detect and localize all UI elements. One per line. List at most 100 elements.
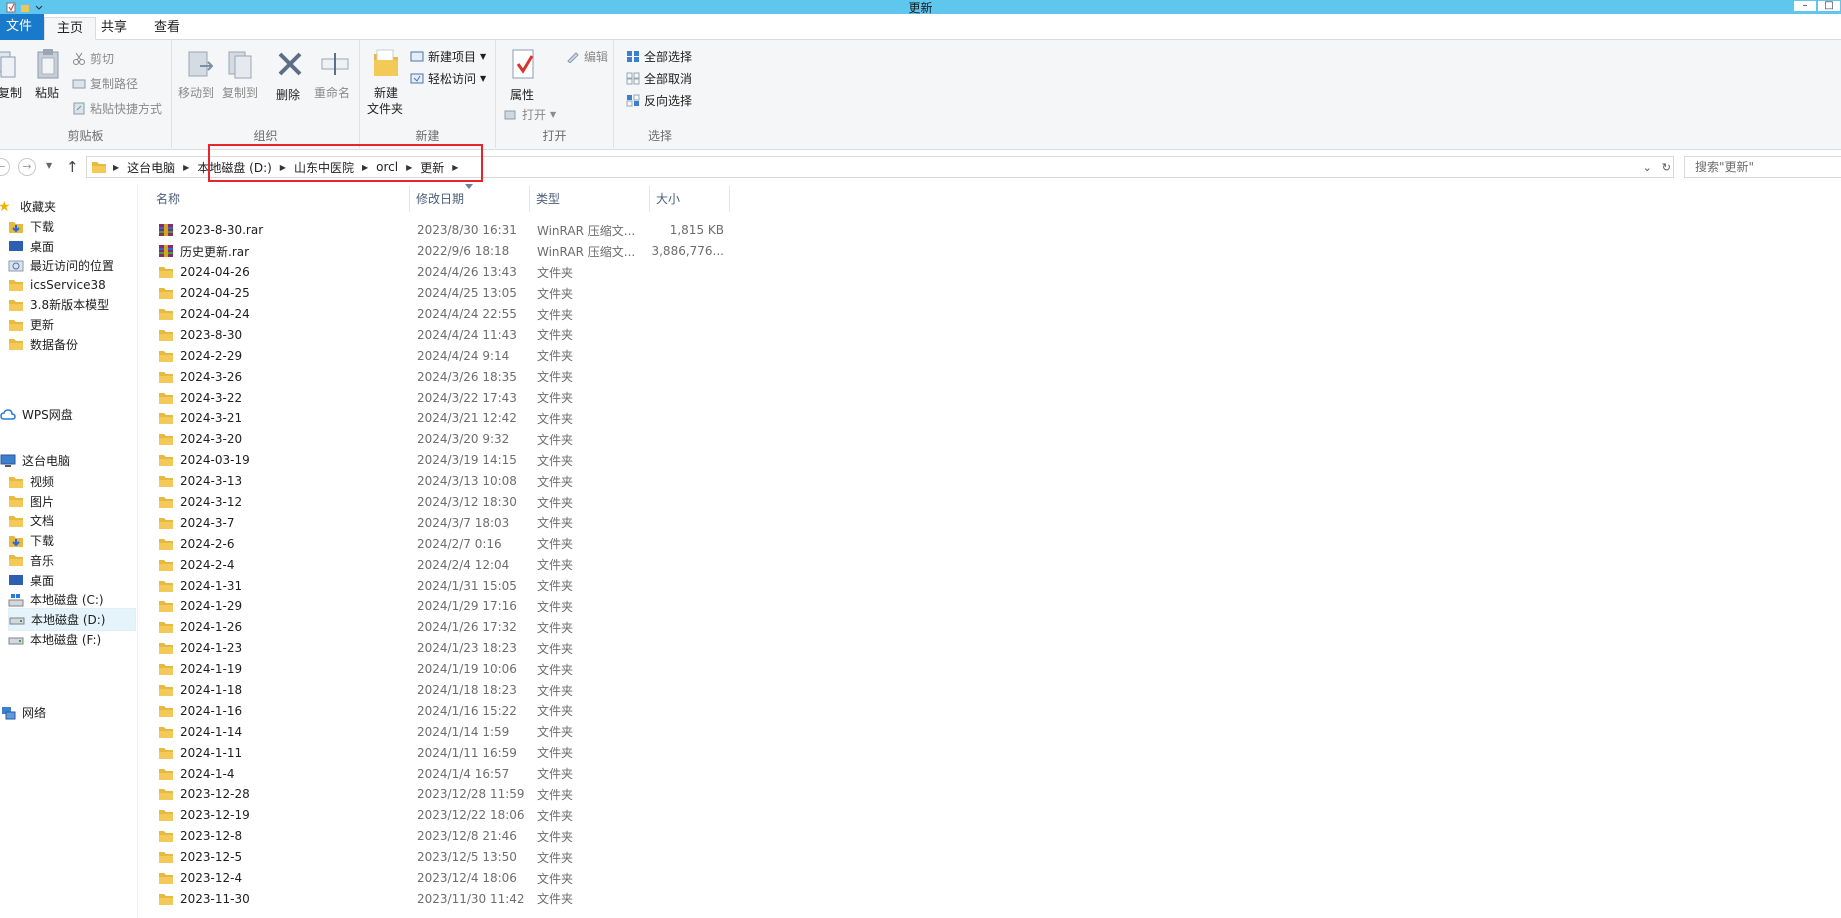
folder-icon [159,413,173,425]
tab-view[interactable]: 查看 [142,17,192,40]
properties-button[interactable]: 属性 [510,86,534,103]
file-row[interactable]: 2023-12-19 2023/12/22 18:06 文件夹 [140,805,740,826]
up-arrow-icon[interactable]: ↑ [66,158,79,176]
paste-icon [37,49,59,79]
copy-to-button[interactable]: 复制到 [222,84,258,101]
file-name: 2024-3-20 [180,432,243,447]
move-to-button[interactable]: 移动到 [178,84,214,101]
file-row[interactable]: 2024-1-11 2024/1/11 16:59 文件夹 [140,742,740,763]
file-row[interactable]: 2024-3-22 2024/3/22 17:43 文件夹 [140,387,740,408]
new-folder-label-1[interactable]: 新建 [374,84,398,101]
new-item-button[interactable]: 新建项目 ▼ [410,48,486,65]
breadcrumb-separator-icon[interactable]: ▶ [181,163,191,172]
new-item-icon [410,51,424,62]
select-none-button[interactable]: 全部取消 [626,70,692,87]
paste-shortcut-button[interactable]: 粘贴快捷方式 [72,100,162,117]
file-row[interactable]: 2024-04-24 2024/4/24 22:55 文件夹 [140,304,740,325]
nav-network[interactable]: 网络 [0,701,136,724]
breadcrumb-this-pc[interactable]: 这台电脑 [121,159,181,176]
file-name-cell: 2024-1-23 [158,641,398,655]
nav-pc-drive-f[interactable]: 本地磁盘 (F:) [8,628,136,651]
file-row[interactable]: 2023-12-8 2023/12/8 21:46 文件夹 [140,826,740,847]
file-date: 2023/12/4 18:06 [417,871,517,886]
nav-network-label: 网络 [22,706,47,720]
address-dropdown-icon[interactable]: ⌄ [1643,161,1652,174]
file-row[interactable]: 2024-1-19 2024/1/19 10:06 文件夹 [140,659,740,680]
file-row[interactable]: 2023-12-5 2023/12/5 13:50 文件夹 [140,847,740,868]
file-row[interactable]: 2023-11-30 2023/11/30 11:42 文件夹 [140,889,740,910]
nav-fav-data-backup[interactable]: 数据备份 [8,333,144,356]
cut-button[interactable]: 剪切 [72,50,114,67]
file-name-cell: 2024-1-29 [158,599,398,613]
easy-access-button[interactable]: 轻松访问 ▼ [410,70,486,87]
file-row[interactable]: 2024-2-4 2024/2/4 12:04 文件夹 [140,554,740,575]
file-type: 文件夹 [537,349,574,364]
nav-this-pc[interactable]: 这台电脑 [0,449,136,472]
column-header-type[interactable]: 类型 [530,186,650,212]
maximize-button[interactable]: □ [1817,0,1841,12]
folder-icon [159,350,173,362]
nav-wps-cloud[interactable]: WPS网盘 [0,403,136,426]
file-row[interactable]: 2024-3-21 2024/3/21 12:42 文件夹 [140,408,740,429]
edit-button[interactable]: 编辑 [566,48,608,65]
file-name: 2024-1-4 [180,766,235,781]
file-row[interactable]: 2024-1-23 2024/1/23 18:23 文件夹 [140,638,740,659]
file-row[interactable]: 2024-1-26 2024/1/26 17:32 文件夹 [140,617,740,638]
column-header-size[interactable]: 大小 [650,186,730,212]
breadcrumb-separator-icon[interactable]: ▶ [111,163,121,172]
select-none-icon [626,72,640,85]
refresh-icon[interactable]: ↻ [1662,161,1671,174]
forward-button[interactable]: → [18,158,36,176]
open-button[interactable]: 打开 ▼ [504,106,556,123]
folder-icon [159,288,173,300]
column-header-name[interactable]: 名称 [140,186,410,212]
file-row[interactable]: 2024-3-7 2024/3/7 18:03 文件夹 [140,512,740,533]
folder-icon [159,497,173,509]
file-row[interactable]: 2024-1-16 2024/1/16 15:22 文件夹 [140,700,740,721]
copy-path-button[interactable]: 复制路径 [72,75,138,92]
column-header-date[interactable]: 修改日期 [410,184,530,212]
folder-icon [159,559,173,571]
file-row[interactable]: 2024-1-4 2024/1/4 16:57 文件夹 [140,763,740,784]
tab-share[interactable]: 共享 [89,17,139,40]
file-row[interactable]: 历史更新.rar 2022/9/6 18:18 WinRAR 压缩文... 3,886… [140,241,740,262]
file-row[interactable]: 2024-1-31 2024/1/31 15:05 文件夹 [140,575,740,596]
edit-icon [567,52,579,63]
file-row[interactable]: 2024-04-26 2024/4/26 13:43 文件夹 [140,262,740,283]
select-all-button[interactable]: 全部选择 [626,48,692,65]
file-row[interactable]: 2024-1-29 2024/1/29 17:16 文件夹 [140,596,740,617]
file-row[interactable]: 2024-3-13 2024/3/13 10:08 文件夹 [140,471,740,492]
file-row[interactable]: 2023-12-4 2023/12/4 18:06 文件夹 [140,868,740,889]
file-date: 2024/1/14 1:59 [417,724,510,739]
minimize-button[interactable]: – [1793,0,1817,12]
recent-locations-icon[interactable]: ▼ [46,161,52,170]
rename-button[interactable]: 重命名 [314,84,350,101]
hard-drive-icon [9,617,25,625]
file-type: 文件夹 [537,286,574,301]
delete-button[interactable]: 删除 [276,86,300,103]
file-type: 文件夹 [537,558,574,573]
file-row[interactable]: 2024-2-6 2024/2/7 0:16 文件夹 [140,533,740,554]
file-row[interactable]: 2024-2-29 2024/4/24 9:14 文件夹 [140,345,740,366]
file-row[interactable]: 2024-1-14 2024/1/14 1:59 文件夹 [140,721,740,742]
tab-file[interactable]: 文件 [0,14,45,40]
file-row[interactable]: 2024-04-25 2024/4/25 13:05 文件夹 [140,283,740,304]
back-button[interactable]: ← [0,158,10,176]
file-size: 3,886,776... [651,244,724,259]
file-row[interactable]: 2023-12-28 2023/12/28 11:59 文件夹 [140,784,740,805]
file-row[interactable]: 2024-3-20 2024/3/20 9:32 文件夹 [140,429,740,450]
invert-selection-button[interactable]: 反向选择 [626,92,692,109]
paste-button[interactable]: 粘贴 [35,84,59,101]
file-row[interactable]: 2024-1-18 2024/1/18 18:23 文件夹 [140,680,740,701]
file-row[interactable]: 2023-8-30.rar 2023/8/30 16:31 WinRAR 压缩文..… [140,220,740,241]
file-row[interactable]: 2023-8-30 2024/4/24 11:43 文件夹 [140,324,740,345]
file-row[interactable]: 2024-3-26 2024/3/26 18:35 文件夹 [140,366,740,387]
file-name-cell: 2024-3-20 [158,432,398,446]
file-type: 文件夹 [537,808,574,823]
star-icon: ★ [0,198,11,215]
copy-button[interactable]: 复制 [0,84,22,101]
file-row[interactable]: 2024-3-12 2024/3/12 18:30 文件夹 [140,492,740,513]
file-row[interactable]: 2024-03-19 2024/3/19 14:15 文件夹 [140,450,740,471]
new-folder-label-2[interactable]: 文件夹 [367,100,403,117]
search-input[interactable]: 搜索"更新" [1684,156,1841,178]
